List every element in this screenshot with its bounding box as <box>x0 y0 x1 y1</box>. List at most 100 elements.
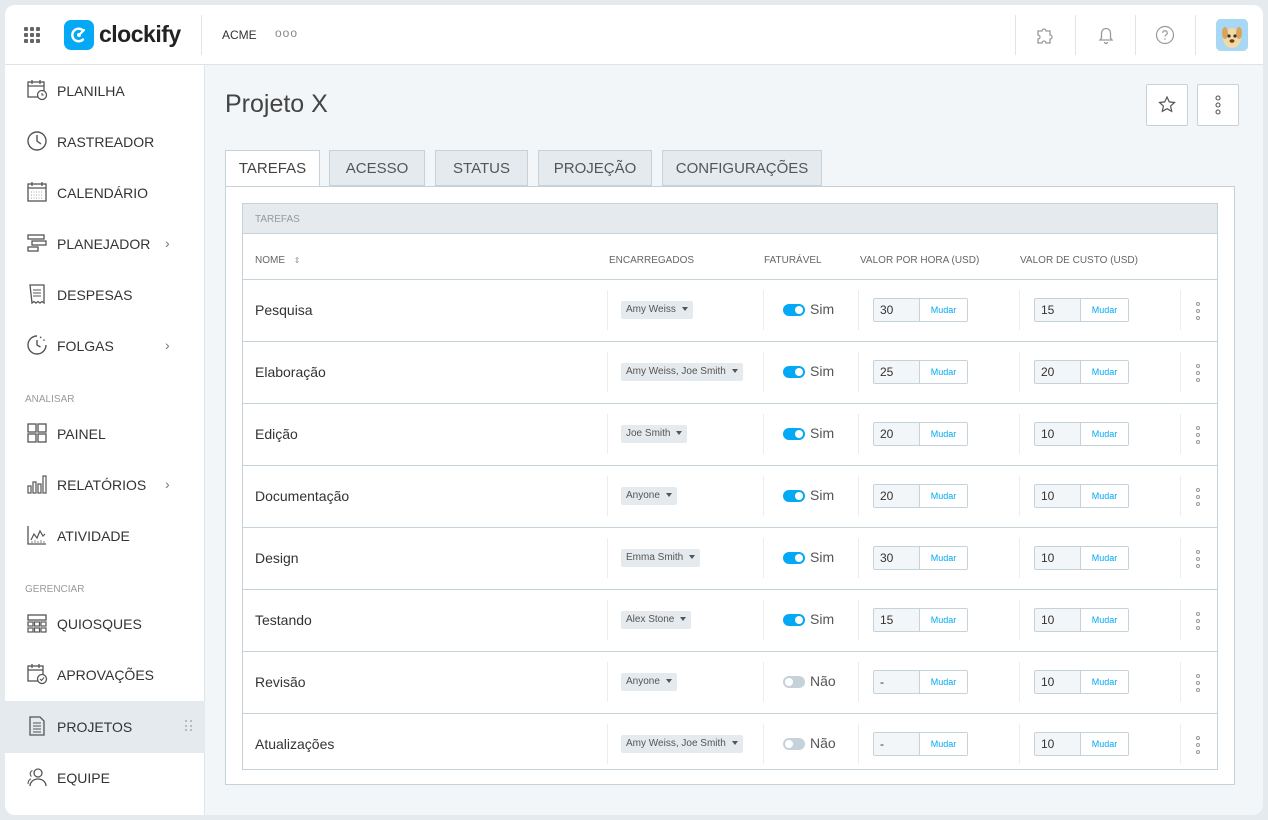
billable-toggle[interactable] <box>783 614 805 626</box>
task-name[interactable]: Documentação <box>255 488 349 504</box>
row-menu-icon[interactable] <box>1196 364 1200 382</box>
assignee-select[interactable]: Anyone <box>621 487 677 505</box>
cell-divider <box>763 290 764 330</box>
change-cost-rate-button[interactable]: Mudar <box>1081 423 1128 445</box>
change-hourly-rate-button[interactable]: Mudar <box>920 609 967 631</box>
change-hourly-rate-button[interactable]: Mudar <box>920 671 967 693</box>
task-name[interactable]: Edição <box>255 426 298 442</box>
change-cost-rate-button[interactable]: Mudar <box>1081 733 1128 755</box>
favorite-button[interactable] <box>1146 84 1188 126</box>
table-row[interactable]: Documentação Anyone Sim 20 Mudar 10 Mudar <box>243 465 1217 527</box>
receipt-icon <box>29 284 45 305</box>
task-name[interactable]: Revisão <box>255 674 306 690</box>
billable-toggle[interactable] <box>783 552 805 564</box>
table-row[interactable]: Pesquisa Amy Weiss Sim 30 Mudar 15 Mudar <box>243 279 1217 341</box>
table-row[interactable]: Design Emma Smith Sim 30 Mudar 10 Mudar <box>243 527 1217 589</box>
tab-projection[interactable]: PROJEÇÃO <box>538 150 652 186</box>
change-cost-rate-button[interactable]: Mudar <box>1081 547 1128 569</box>
sidebar-item-kiosks[interactable]: QUIOSQUES <box>5 598 205 650</box>
row-menu-icon[interactable] <box>1196 488 1200 506</box>
assignee-select[interactable]: Alex Stone <box>621 611 692 629</box>
billable-toggle[interactable] <box>783 676 805 688</box>
row-menu-icon[interactable] <box>1196 550 1200 568</box>
puzzle-icon[interactable] <box>1033 23 1057 47</box>
sidebar-item-activity[interactable]: ATIVIDADE <box>5 510 205 562</box>
chevron-right-icon[interactable]: › <box>165 235 170 251</box>
task-name[interactable]: Design <box>255 550 299 566</box>
sidebar-item-reports[interactable]: RELATÓRIOS › <box>5 459 205 511</box>
tab-status[interactable]: STATUS <box>435 150 528 186</box>
sidebar-item-team[interactable]: EQUIPE <box>5 752 205 804</box>
apps-grid-icon[interactable] <box>24 27 40 43</box>
change-cost-rate-button[interactable]: Mudar <box>1081 361 1128 383</box>
change-hourly-rate-button[interactable]: Mudar <box>920 547 967 569</box>
hourly-rate-field: 25 Mudar <box>873 360 968 384</box>
tab-settings[interactable]: CONFIGURAÇÕES <box>662 150 822 186</box>
sidebar-item-planner[interactable]: PLANEJADOR › <box>5 218 205 270</box>
workspace-name[interactable]: ACME <box>222 28 257 42</box>
tab-access[interactable]: ACESSO <box>329 150 425 186</box>
table-row[interactable]: Testando Alex Stone Sim 15 Mudar 10 Mudar <box>243 589 1217 651</box>
row-menu-icon[interactable] <box>1196 674 1200 692</box>
workspace-more-icon[interactable]: ooo <box>275 26 298 40</box>
sidebar-item-projects[interactable]: PROJETOS <box>5 701 205 753</box>
task-name[interactable]: Atualizações <box>255 736 334 752</box>
change-hourly-rate-button[interactable]: Mudar <box>920 733 967 755</box>
sidebar-item-tracker[interactable]: RASTREADOR <box>5 116 205 168</box>
billable-toggle[interactable] <box>783 366 805 378</box>
avatar[interactable] <box>1216 19 1248 51</box>
chevron-right-icon[interactable]: › <box>165 337 170 353</box>
clockify-logo-icon[interactable] <box>64 20 94 50</box>
change-cost-rate-button[interactable]: Mudar <box>1081 299 1128 321</box>
change-hourly-rate-button[interactable]: Mudar <box>920 299 967 321</box>
drag-handle-icon[interactable] <box>185 720 193 732</box>
table-row[interactable]: Revisão Anyone Não - Mudar 10 Mudar <box>243 651 1217 713</box>
sidebar-item-expenses[interactable]: DESPESAS <box>5 269 205 321</box>
change-cost-rate-button[interactable]: Mudar <box>1081 671 1128 693</box>
assignee-select[interactable]: Joe Smith <box>621 425 688 443</box>
more-actions-button[interactable] <box>1197 84 1239 126</box>
assignee-select[interactable]: Amy Weiss <box>621 301 693 319</box>
assignee-select[interactable]: Anyone <box>621 673 677 691</box>
bell-icon[interactable] <box>1094 23 1118 47</box>
sort-icon[interactable]: ⇕ <box>294 256 301 265</box>
row-menu-icon[interactable] <box>1196 426 1200 444</box>
table-row[interactable]: Edição Joe Smith Sim 20 Mudar 10 Mudar <box>243 403 1217 465</box>
row-menu-icon[interactable] <box>1196 302 1200 320</box>
change-cost-rate-button[interactable]: Mudar <box>1081 609 1128 631</box>
tab-tasks[interactable]: TAREFAS <box>225 150 320 187</box>
billable-toggle[interactable] <box>783 428 805 440</box>
cell-divider <box>763 352 764 392</box>
sidebar-item-time-off[interactable]: FOLGAS › <box>5 320 205 372</box>
change-cost-rate-button[interactable]: Mudar <box>1081 485 1128 507</box>
logo-text[interactable]: clockify <box>99 21 181 48</box>
row-menu-icon[interactable] <box>1196 736 1200 754</box>
assignee-select[interactable]: Amy Weiss, Joe Smith <box>621 363 743 381</box>
change-hourly-rate-button[interactable]: Mudar <box>920 361 967 383</box>
sidebar-item-timesheet[interactable]: PLANILHA <box>5 65 205 117</box>
task-name[interactable]: Testando <box>255 612 312 628</box>
task-name[interactable]: Elaboração <box>255 364 326 380</box>
cell-divider <box>1180 538 1181 578</box>
sidebar-item-calendar[interactable]: CALENDÁRIO <box>5 167 205 219</box>
billable-toggle[interactable] <box>783 738 805 750</box>
row-menu-icon[interactable] <box>1196 612 1200 630</box>
table-row[interactable]: Atualizações Amy Weiss, Joe Smith Não - Muda… <box>243 713 1217 775</box>
task-name[interactable]: Pesquisa <box>255 302 313 318</box>
help-icon[interactable] <box>1153 23 1177 47</box>
billable-toggle[interactable] <box>783 304 805 316</box>
assignee-select[interactable]: Amy Weiss, Joe Smith <box>621 735 743 753</box>
assignee-value: Amy Weiss, Joe Smith <box>626 738 726 749</box>
sidebar-item-label: APROVAÇÕES <box>57 667 154 683</box>
sidebar-item-approvals[interactable]: APROVAÇÕES <box>5 649 205 701</box>
chevron-right-icon[interactable]: › <box>165 476 170 492</box>
assignee-select[interactable]: Emma Smith <box>621 549 701 567</box>
change-hourly-rate-button[interactable]: Mudar <box>920 423 967 445</box>
change-hourly-rate-button[interactable]: Mudar <box>920 485 967 507</box>
billable-toggle[interactable] <box>783 490 805 502</box>
sidebar-item-dashboard[interactable]: PAINEL <box>5 408 205 460</box>
cell-divider <box>763 414 764 454</box>
column-header-name[interactable]: NOME ⇕ <box>255 255 300 266</box>
cell-divider <box>607 600 608 640</box>
table-row[interactable]: Elaboração Amy Weiss, Joe Smith Sim 25 Mudar… <box>243 341 1217 403</box>
